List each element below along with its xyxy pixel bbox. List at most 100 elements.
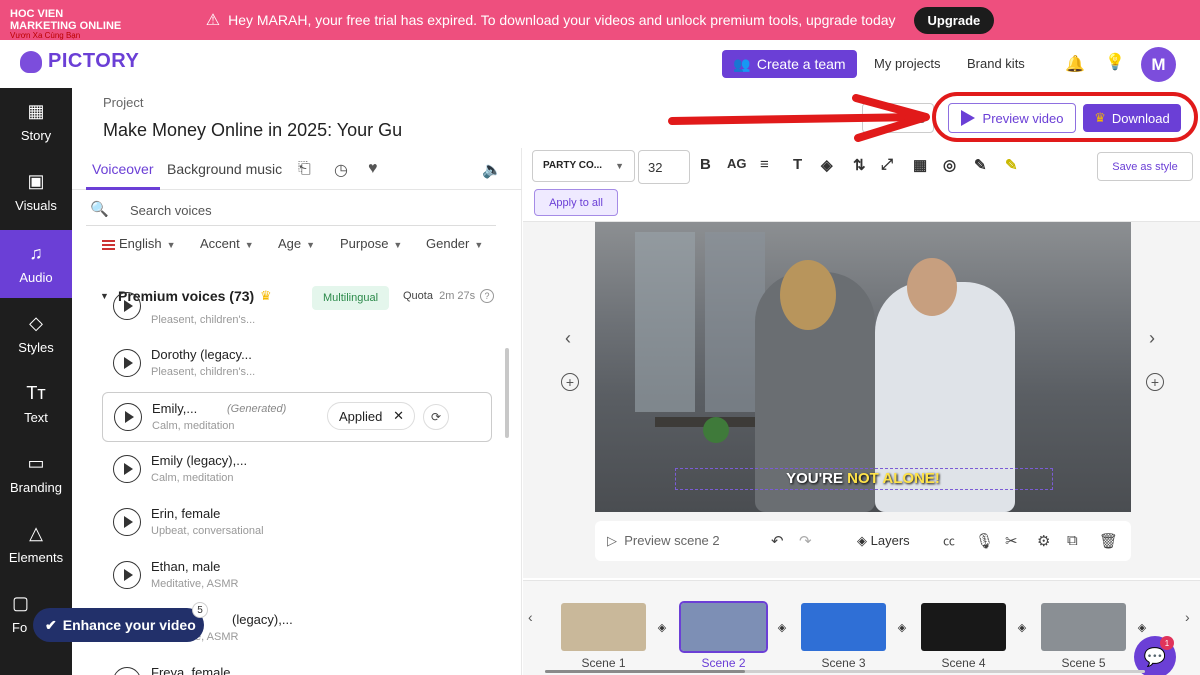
undo-icon[interactable]: ↶: [771, 532, 784, 550]
voice-item[interactable]: Erin, female Upbeat, conversational: [102, 498, 492, 548]
enhance-video-button[interactable]: ✔ Enhance your video: [33, 608, 204, 642]
bell-icon[interactable]: 🔔: [1065, 54, 1085, 74]
heart-icon[interactable]: ♥: [368, 160, 378, 178]
image-icon: ▣: [27, 171, 45, 191]
filter-accent[interactable]: Accent ▼: [200, 236, 254, 251]
scene-thumbnail[interactable]: [921, 603, 1006, 651]
scene-thumbnail[interactable]: [801, 603, 886, 651]
scene-label: Scene 1: [581, 656, 626, 670]
sidebar-item-text[interactable]: Tт Text: [0, 370, 72, 438]
layers-icon[interactable]: ◈: [1133, 618, 1151, 636]
font-size-input[interactable]: 32: [638, 150, 690, 184]
sidebar-item-styles[interactable]: ◇ Styles: [0, 300, 72, 368]
scene-thumbnail[interactable]: [561, 603, 646, 651]
play-icon[interactable]: [113, 561, 141, 589]
duplicate-icon[interactable]: ⧉: [1067, 532, 1078, 549]
close-icon[interactable]: ✕: [393, 408, 404, 424]
redo-icon[interactable]: ↷: [799, 532, 812, 550]
play-icon[interactable]: [114, 403, 142, 431]
filter-purpose[interactable]: Purpose ▼: [340, 236, 402, 251]
tab-voiceover[interactable]: Voiceover: [92, 161, 153, 177]
save-as-style-button[interactable]: Save as style: [1097, 152, 1193, 181]
sidebar-item-audio[interactable]: ♫ Audio: [0, 230, 72, 298]
filter-age-label: Age: [278, 236, 302, 251]
layers-icon[interactable]: ◈: [653, 618, 671, 636]
my-projects-link[interactable]: My projects: [874, 56, 940, 71]
pictory-logo[interactable]: PICTORY: [20, 50, 139, 73]
voice-name: Ethan, male: [151, 559, 221, 574]
search-voices[interactable]: 🔍 Search voices: [86, 194, 496, 226]
scene-thumbnail[interactable]: [1041, 603, 1126, 651]
video-preview[interactable]: YOU'RE NOT ALONE!: [595, 222, 1131, 512]
align-icon[interactable]: ≡: [760, 156, 769, 173]
brand-kits-link[interactable]: Brand kits: [967, 56, 1025, 71]
search-icon: 🔍: [90, 201, 109, 218]
microphone-icon[interactable]: 🎙: [975, 532, 994, 550]
voice-settings-icon[interactable]: 🔈: [482, 160, 502, 180]
add-scene-left-icon[interactable]: +: [561, 373, 579, 391]
voice-list-scrollbar[interactable]: [505, 348, 509, 438]
sidebar-item-elements[interactable]: △ Elements: [0, 510, 72, 578]
text-type-icon[interactable]: T: [793, 156, 802, 173]
gear-icon[interactable]: ⚙: [1037, 532, 1050, 550]
voice-item[interactable]: Freya, female: [102, 657, 492, 675]
layers-button[interactable]: ◈ Layers: [857, 533, 910, 549]
preview-scene-button[interactable]: ▷ Preview scene 2: [607, 533, 720, 549]
play-icon[interactable]: [113, 292, 141, 320]
font-select[interactable]: PARTY CO... ▼: [532, 150, 635, 182]
marker-icon[interactable]: ✎: [1005, 156, 1018, 174]
chevron-left-icon[interactable]: ‹: [565, 328, 571, 349]
voice-item[interactable]: Emily (legacy),... Calm, meditation: [102, 445, 492, 495]
history-clock-icon[interactable]: ◷: [334, 160, 348, 180]
voice-item-selected[interactable]: Emily,... (Generated) Calm, meditation A…: [102, 392, 492, 442]
fill-color-icon[interactable]: ◈: [821, 156, 833, 174]
filter-gender[interactable]: Gender ▼: [426, 236, 483, 251]
filter-age[interactable]: Age ▼: [278, 236, 315, 251]
video-caption[interactable]: YOU'RE NOT ALONE!: [595, 470, 1131, 487]
spacing-icon[interactable]: ⇅: [853, 156, 866, 174]
chevron-right-icon[interactable]: ›: [1149, 328, 1155, 349]
upgrade-button[interactable]: Upgrade: [913, 6, 995, 34]
voice-item[interactable]: Ethan, male Meditative, ASMR: [102, 551, 492, 601]
top-nav: PICTORY 👥 Create a team My projects Bran…: [0, 40, 1200, 88]
chevron-right-icon[interactable]: ›: [1185, 609, 1190, 625]
play-icon[interactable]: [113, 667, 141, 675]
search-input[interactable]: Search voices: [130, 203, 212, 218]
woman-head: [780, 260, 836, 330]
link-rings-icon[interactable]: ◎: [943, 156, 956, 174]
play-icon[interactable]: [113, 508, 141, 536]
sidebar-item-story[interactable]: ▦ Story: [0, 88, 72, 156]
scene-thumbnail[interactable]: [679, 601, 768, 653]
play-icon[interactable]: [113, 455, 141, 483]
layers-icon[interactable]: ◈: [1013, 618, 1031, 636]
captions-cc-icon[interactable]: ㏄: [943, 532, 955, 549]
scene-label: Scene 5: [1061, 656, 1106, 670]
trash-icon[interactable]: 🗑: [1099, 532, 1118, 550]
layers-icon[interactable]: ◈: [893, 618, 911, 636]
apply-to-all-button[interactable]: Apply to all: [534, 189, 618, 216]
filter-language[interactable]: English ▼: [102, 236, 176, 251]
grid-icon[interactable]: ▦: [913, 156, 927, 174]
avatar[interactable]: M: [1141, 47, 1176, 82]
scene-strip-scrollbar[interactable]: [545, 670, 1145, 673]
lightbulb-icon[interactable]: 💡: [1105, 52, 1125, 72]
scissors-icon[interactable]: ✂: [1005, 532, 1018, 550]
tab-background-music[interactable]: Background music: [167, 161, 282, 177]
play-icon[interactable]: [113, 349, 141, 377]
uppercase-icon[interactable]: AG: [727, 156, 747, 171]
project-title[interactable]: Make Money Online in 2025: Your Gu: [103, 120, 408, 141]
layers-icon[interactable]: ◈: [773, 618, 791, 636]
bold-icon[interactable]: B: [700, 156, 711, 173]
chevron-left-icon[interactable]: ‹: [528, 609, 533, 625]
applied-chip[interactable]: Applied ✕: [327, 402, 415, 430]
expand-icon[interactable]: ⤢: [881, 156, 893, 173]
sidebar-item-branding[interactable]: ▭ Branding: [0, 440, 72, 508]
upload-folder-icon[interactable]: ⎗: [298, 160, 311, 178]
create-team-button[interactable]: 👥 Create a team: [722, 50, 857, 78]
refresh-icon[interactable]: ⟳: [423, 404, 449, 430]
highlight-icon[interactable]: ✎: [974, 156, 987, 174]
sidebar-item-visuals[interactable]: ▣ Visuals: [0, 158, 72, 226]
scrollbar-thumb[interactable]: [545, 670, 745, 673]
add-scene-right-icon[interactable]: +: [1146, 373, 1164, 391]
voice-item[interactable]: Dorothy (legacy... Pleasent, children's.…: [102, 339, 492, 389]
